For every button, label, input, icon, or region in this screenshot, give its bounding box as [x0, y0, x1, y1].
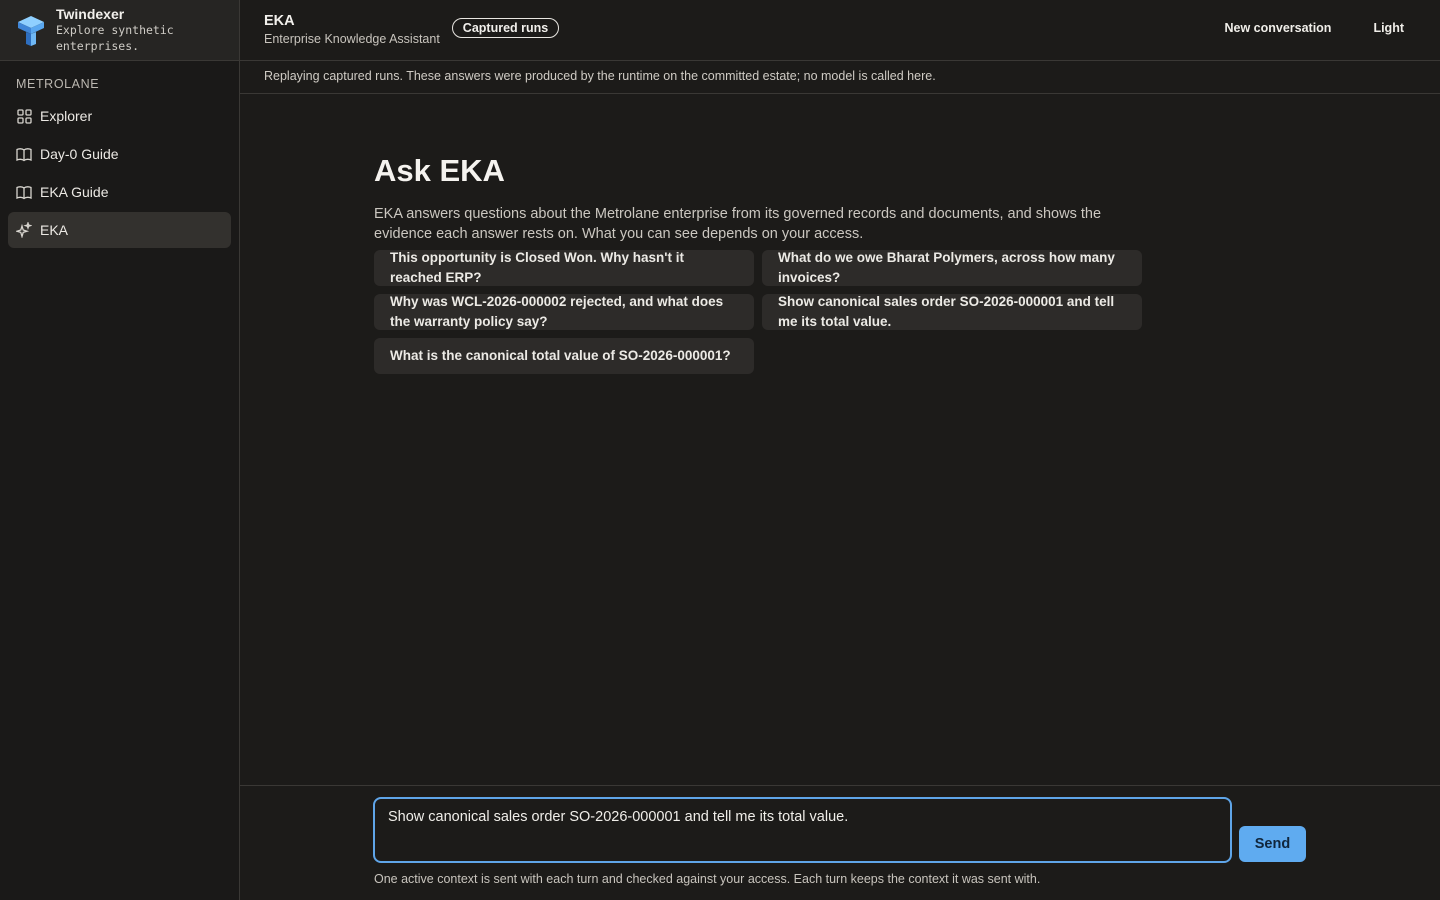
suggestion-chip[interactable]: This opportunity is Closed Won. Why hasn… [374, 250, 754, 286]
page-title-block: EKA Enterprise Knowledge Assistant [264, 12, 440, 48]
page-title: EKA [264, 13, 295, 29]
sidebar-item-explorer[interactable]: Explorer [8, 98, 231, 134]
send-button[interactable]: Send [1239, 826, 1306, 862]
suggestion-chip[interactable]: What do we owe Bharat Polymers, across h… [762, 250, 1142, 286]
new-conversation-button[interactable]: New conversation [1224, 21, 1331, 35]
brand-title: Twindexer [56, 6, 125, 22]
book-icon [16, 146, 32, 162]
page-subtitle: Enterprise Knowledge Assistant [264, 32, 440, 46]
sidebar: Twindexer Explore synthetic enterprises.… [0, 0, 240, 900]
suggestion-chip[interactable]: What is the canonical total value of SO-… [374, 338, 754, 374]
brand-text: Twindexer Explore synthetic enterprises. [56, 6, 206, 54]
sidebar-section-label: METROLANE [16, 77, 100, 91]
composer-area: Show canonical sales order SO-2026-00000… [240, 785, 1440, 900]
chat-intro: Ask EKA EKA answers questions about the … [374, 150, 1144, 374]
replay-notice: Replaying captured runs. These answers w… [240, 61, 1440, 94]
theme-toggle-button[interactable]: Light [1373, 21, 1404, 35]
sidebar-item-label: EKA Guide [40, 184, 109, 200]
sidebar-item-label: Explorer [40, 108, 93, 124]
suggestion-list: This opportunity is Closed Won. Why hasn… [374, 250, 1144, 374]
chat-heading: Ask EKA [374, 153, 505, 188]
grid-icon [16, 108, 32, 124]
captured-runs-badge: Captured runs [451, 18, 560, 38]
sidebar-item-eka-guide[interactable]: EKA Guide [8, 174, 231, 210]
sidebar-item-label: Day-0 Guide [40, 146, 119, 162]
suggestion-chip[interactable]: Show canonical sales order SO-2026-00000… [762, 294, 1142, 330]
sidebar-item-label: EKA [40, 222, 69, 238]
sidebar-nav: Explorer Day-0 Guide EKA Guide EKA [8, 98, 231, 250]
top-bar: EKA Enterprise Knowledge Assistant Captu… [240, 0, 1440, 61]
suggestion-chip[interactable]: Why was WCL-2026-000002 rejected, and wh… [374, 294, 754, 330]
composer-hint: One active context is sent with each tur… [374, 872, 1041, 886]
brand-header: Twindexer Explore synthetic enterprises. [0, 0, 239, 61]
chat-intro-text: EKA answers questions about the Metrolan… [374, 206, 1102, 242]
header-actions: New conversation Light [1224, 21, 1404, 35]
twindexer-logo-icon [18, 16, 44, 46]
sparkle-icon [16, 222, 32, 238]
main-area: EKA Enterprise Knowledge Assistant Captu… [240, 0, 1440, 900]
book-icon [16, 184, 32, 200]
sidebar-item-eka[interactable]: EKA [8, 212, 231, 248]
brand-subtitle: Explore synthetic enterprises. [56, 23, 174, 53]
sidebar-item-day0-guide[interactable]: Day-0 Guide [8, 136, 231, 172]
message-input[interactable]: Show canonical sales order SO-2026-00000… [373, 797, 1232, 863]
